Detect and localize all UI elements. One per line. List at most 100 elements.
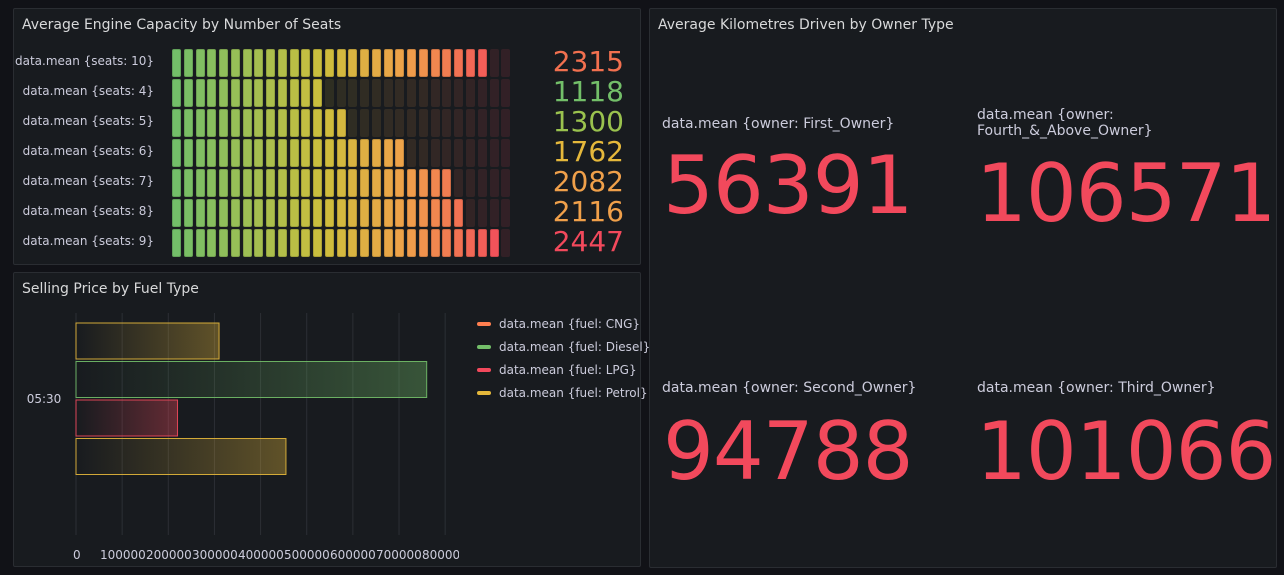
gauge-cell [489, 169, 499, 197]
gauge-cell [371, 79, 381, 107]
gauge-cell [324, 229, 334, 257]
gauge-cell [477, 49, 487, 77]
gauge-cell [501, 139, 511, 167]
gauge-cell [336, 169, 346, 197]
bar-3 [75, 438, 287, 475]
legend-item[interactable]: data.mean {fuel: CNG} [477, 317, 640, 331]
gauge-cell [195, 79, 205, 107]
y-tick-label: 05:30 [27, 392, 62, 406]
legend-swatch [477, 390, 491, 395]
gauge-cell [254, 169, 264, 197]
gauge-row-label: data.mean {seats: 4} [22, 84, 154, 98]
gauge-cell [489, 199, 499, 227]
gauge-cell [183, 139, 193, 167]
gauge-cell [219, 139, 229, 167]
gauge-cell [348, 109, 358, 137]
gauge-cell [289, 139, 299, 167]
gauge-cell [266, 169, 276, 197]
gauge-cell [313, 169, 323, 197]
gauge-cell [454, 229, 464, 257]
gauge-row-label: data.mean {seats: 7} [22, 174, 154, 188]
gauge-cell [266, 229, 276, 257]
gauge-cell [430, 109, 440, 137]
legend-item[interactable]: data.mean {fuel: Diesel} [477, 340, 650, 354]
gauge-cell [242, 49, 252, 77]
gauge-cell [254, 229, 264, 257]
gauge-cell [501, 229, 511, 257]
gauge-cell [348, 199, 358, 227]
gauge-cell [336, 49, 346, 77]
gauge-cell [313, 49, 323, 77]
gauge-cell [360, 199, 370, 227]
gauge-cell [219, 49, 229, 77]
gauge-cell [195, 229, 205, 257]
gauge-cell [442, 109, 452, 137]
panel-title[interactable]: Average Engine Capacity by Number of Sea… [22, 17, 341, 33]
gauge-row: data.mean {seats: 9} 2447 [14, 225, 644, 258]
stat-value-fourth-owner: 106571 [976, 147, 1276, 240]
x-tick-label: 200000 [146, 548, 192, 562]
gauge-cell [383, 49, 393, 77]
gauge-cell [289, 79, 299, 107]
gauge-cell [195, 139, 205, 167]
gauge-cell [466, 49, 475, 77]
gauge-cell [395, 79, 405, 107]
bar-1 [75, 361, 428, 398]
gauge-cell [407, 139, 417, 167]
gauge-cell [407, 49, 417, 77]
gauge-cell [313, 79, 323, 107]
gauge-cell [489, 229, 499, 257]
gauge-row-value: 2082 [552, 165, 624, 198]
gauge-cell [466, 139, 475, 167]
bar-0 [75, 322, 220, 360]
gauge-cell [395, 49, 405, 77]
gauge-cell [277, 169, 287, 197]
gauge-cell [230, 109, 240, 137]
gauge-cell [442, 229, 452, 257]
gauge-cell [418, 229, 428, 257]
gauge-cell [442, 169, 452, 197]
gauge-cell [348, 79, 358, 107]
gauge-cell [418, 109, 428, 137]
gauge-cell [395, 229, 405, 257]
legend-item[interactable]: data.mean {fuel: LPG} [477, 363, 637, 377]
gauge-cell [277, 79, 287, 107]
gauge-cell [219, 109, 229, 137]
gauge-cell [242, 79, 252, 107]
gauge-cell [395, 109, 405, 137]
gauge-cell [395, 139, 405, 167]
legend-item[interactable]: data.mean {fuel: Petrol} [477, 386, 648, 400]
gauge-cell [313, 199, 323, 227]
gauge-cell [301, 169, 311, 197]
gauge-cell [207, 109, 217, 137]
gauge-cell [172, 229, 181, 257]
stat-label-first-owner: data.mean {owner: First_Owner} [662, 116, 895, 132]
stat-value-first-owner: 56391 [663, 139, 913, 232]
legend-label: data.mean {fuel: Diesel} [499, 340, 651, 354]
gauge-cell [219, 169, 229, 197]
gauge-cell [289, 109, 299, 137]
gauge-cell [477, 199, 487, 227]
gauge-cell [230, 139, 240, 167]
gauge-cell [360, 79, 370, 107]
gauge-row: data.mean {seats: 10} 2315 [14, 45, 644, 78]
gauge-cell [230, 49, 240, 77]
gauge-cell [266, 109, 276, 137]
gauge-cell [466, 229, 475, 257]
gauge-cell [183, 109, 193, 137]
gauge-cell [277, 139, 287, 167]
gauge-cell [301, 49, 311, 77]
gauge-cell [383, 229, 393, 257]
panel-title[interactable]: Average Kilometres Driven by Owner Type [658, 17, 954, 33]
gauge-cell [313, 139, 323, 167]
gauge-row: data.mean {seats: 4} 1118 [14, 75, 644, 108]
gauge-cell [466, 109, 475, 137]
gauge-cell [195, 109, 205, 137]
gauge-cell [454, 199, 464, 227]
gauge-cell [172, 169, 181, 197]
gauge-cell [430, 229, 440, 257]
x-tick-label: 700000 [376, 548, 422, 562]
gauge-cell [477, 169, 487, 197]
stat-value-second-owner: 94788 [663, 405, 913, 498]
gauge-cell [489, 109, 499, 137]
